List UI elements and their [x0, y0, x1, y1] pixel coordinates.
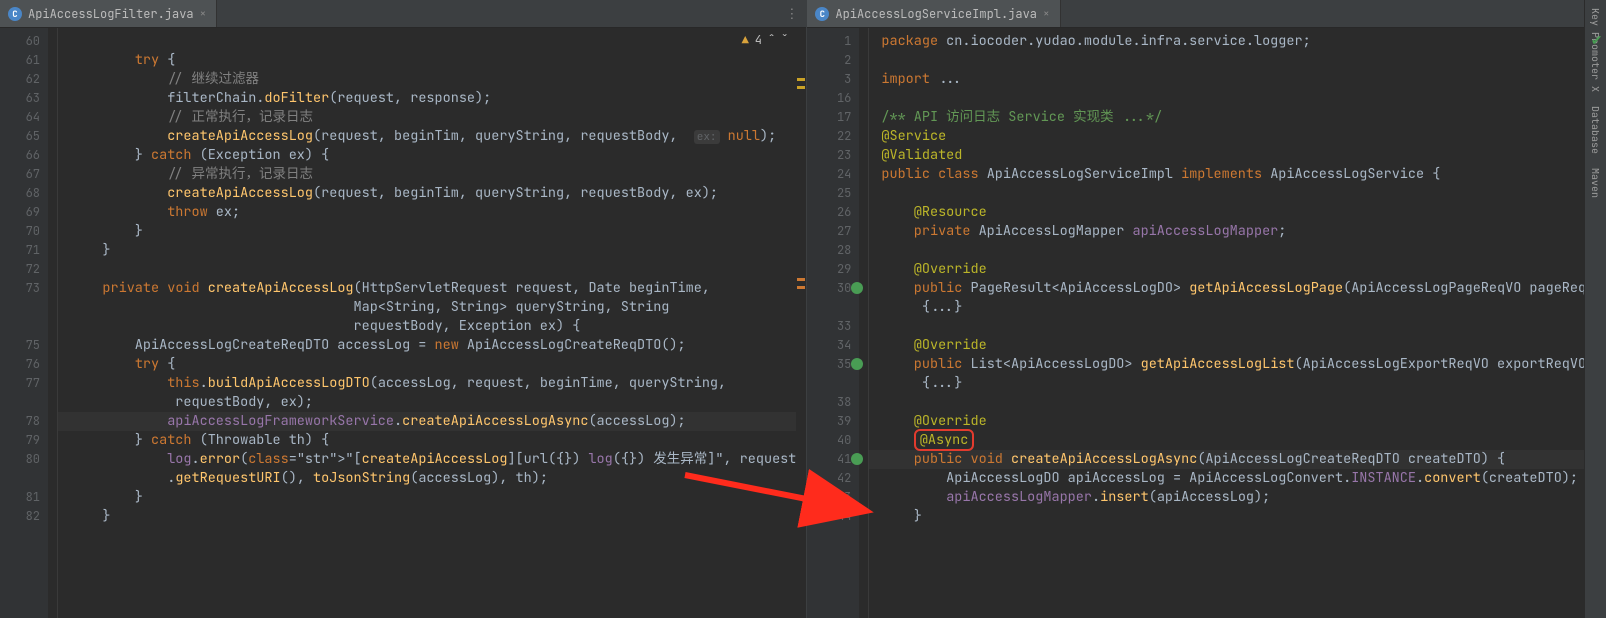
close-icon[interactable]: ×: [200, 7, 207, 21]
tab-left-file[interactable]: C ApiAccessLogFilter.java ×: [0, 0, 217, 27]
right-pane: C ApiAccessLogServiceImpl.java × ⋮ ✔ 123…: [807, 0, 1606, 618]
tab-label: ApiAccessLogFilter.java: [28, 6, 194, 22]
editor-split: C ApiAccessLogFilter.java × ⋮ ▲ 4 ˆ ˇ 60…: [0, 0, 1606, 618]
warning-count: 4: [755, 32, 762, 48]
right-tabbar: C ApiAccessLogServiceImpl.java × ⋮: [807, 0, 1606, 28]
error-stripe[interactable]: [796, 28, 806, 618]
chevron-up-icon[interactable]: ˆ: [768, 32, 775, 48]
left-editor[interactable]: 6061626364656667686970717273 757677 7879…: [0, 28, 806, 618]
inspection-widget[interactable]: ▲ 4 ˆ ˇ: [742, 32, 789, 48]
tab-menu-icon[interactable]: ⋮: [777, 0, 806, 27]
tab-label: ApiAccessLogServiceImpl.java: [835, 6, 1037, 22]
java-class-icon: C: [8, 7, 22, 21]
left-pane: C ApiAccessLogFilter.java × ⋮ ▲ 4 ˆ ˇ 60…: [0, 0, 807, 618]
tool-database[interactable]: Database: [1589, 106, 1602, 154]
fold-column[interactable]: [48, 28, 58, 618]
code-area[interactable]: try { // 继续过滤器 filterChain.doFilter(requ…: [58, 28, 796, 618]
right-tool-stripe: Key Promoter X Database Maven: [1584, 0, 1606, 618]
left-tabbar: C ApiAccessLogFilter.java × ⋮: [0, 0, 806, 28]
chevron-down-icon[interactable]: ˇ: [781, 32, 788, 48]
code-area[interactable]: package cn.iocoder.yudao.module.infra.se…: [869, 28, 1606, 618]
java-class-icon: C: [815, 7, 829, 21]
right-editor[interactable]: 1231617222324252627282930 333435 3839404…: [807, 28, 1606, 618]
tool-maven[interactable]: Maven: [1589, 168, 1602, 198]
fold-column[interactable]: [859, 28, 869, 618]
line-gutter: 1231617222324252627282930 333435 3839404…: [807, 28, 859, 618]
check-icon: ✔: [1591, 32, 1603, 50]
tool-key-promoter[interactable]: Key Promoter X: [1589, 8, 1602, 92]
line-gutter: 6061626364656667686970717273 757677 7879…: [0, 28, 48, 618]
warning-icon: ▲: [742, 32, 749, 48]
tab-right-file[interactable]: C ApiAccessLogServiceImpl.java ×: [807, 0, 1060, 27]
close-icon[interactable]: ×: [1043, 7, 1050, 21]
inspection-widget[interactable]: ✔: [1591, 32, 1603, 50]
